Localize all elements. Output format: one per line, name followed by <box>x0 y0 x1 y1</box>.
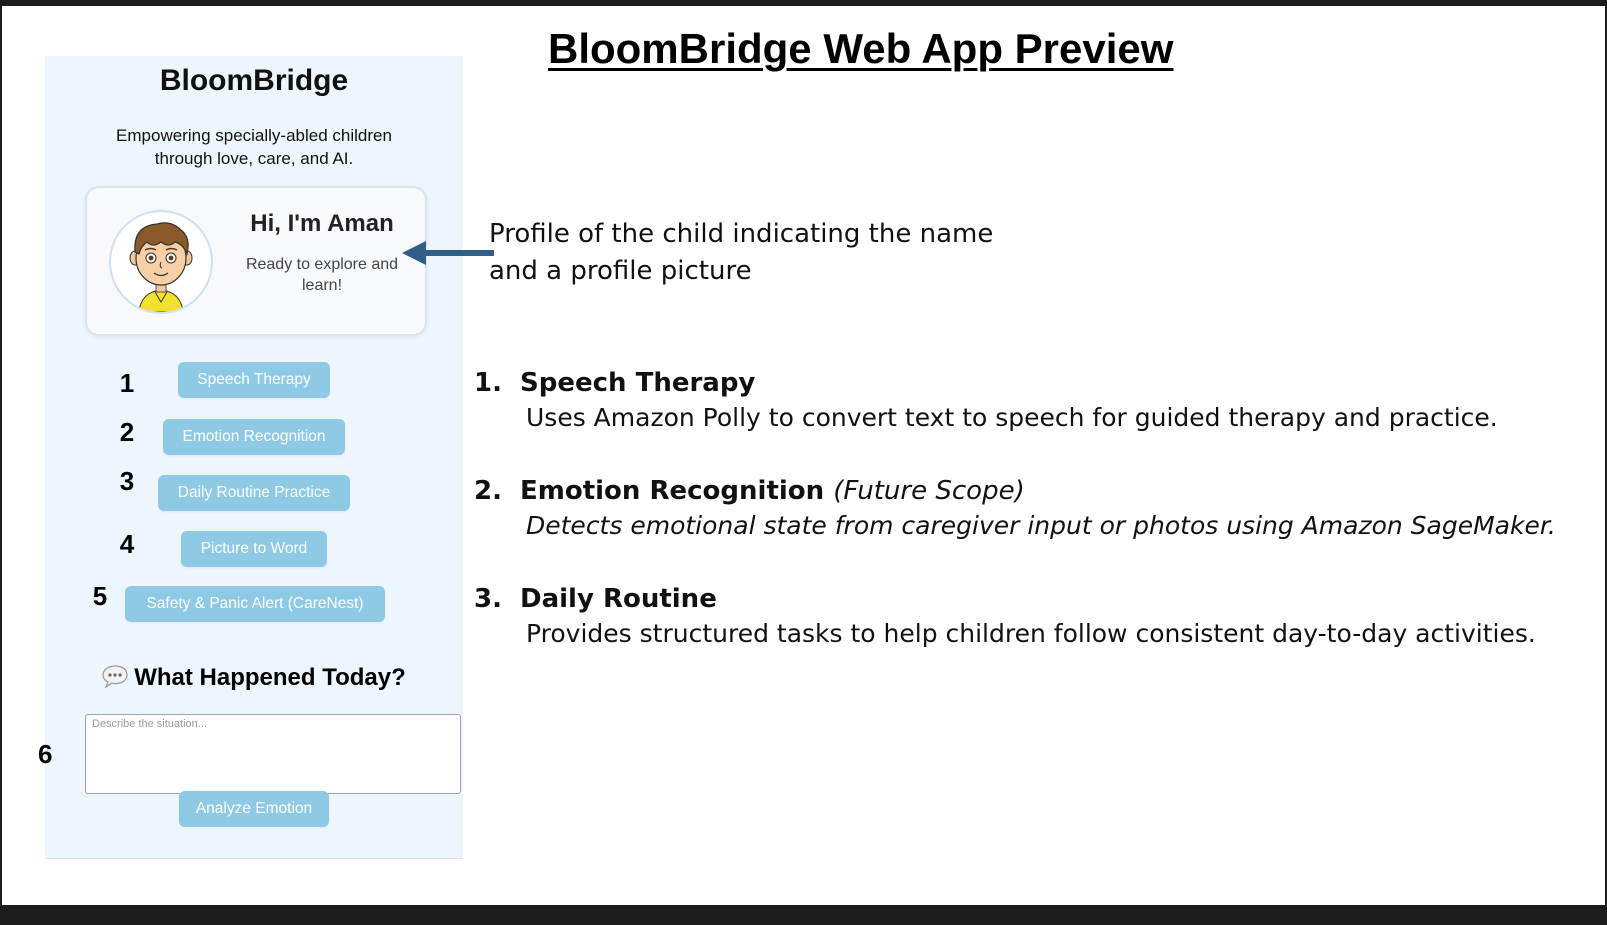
description-title: Daily Routine <box>520 584 717 614</box>
app-tagline: Empowering specially-abled children thro… <box>116 126 392 168</box>
description-body: Uses Amazon Polly to convert text to spe… <box>526 403 1498 432</box>
feature-number-4: 4 <box>119 529 135 559</box>
feature-number-3: 3 <box>119 466 135 496</box>
what-happened-heading: What Happened Today? <box>45 664 463 695</box>
description-body: Provides structured tasks to help childr… <box>526 619 1536 648</box>
situation-input[interactable] <box>85 714 461 794</box>
feature-number-1: 1 <box>119 368 135 398</box>
profile-greeting: Hi, I'm Aman <box>250 210 394 237</box>
feature-number-2: 2 <box>119 417 135 447</box>
boy-avatar-icon <box>109 210 213 314</box>
analyze-emotion-button[interactable]: Analyze Emotion <box>179 791 329 827</box>
profile-subtext: Ready to explore and learn! <box>245 256 399 294</box>
description-title: Emotion Recognition (Future Scope) <box>520 476 1025 506</box>
app-name: BloomBridge <box>159 64 349 97</box>
speech-bubble-icon <box>102 664 128 695</box>
daily-routine-practice-button[interactable]: Daily Routine Practice <box>158 475 350 511</box>
picture-to-word-button[interactable]: Picture to Word <box>181 531 327 567</box>
safety-panic-alert-button[interactable]: Safety & Panic Alert (CareNest) <box>125 586 385 622</box>
what-happened-label: What Happened Today? <box>134 664 406 691</box>
description-item: 1. Speech Therapy Uses Amazon Polly to c… <box>472 368 1592 448</box>
feature-number-6: 6 <box>38 739 53 769</box>
description-item: 3. Daily Routine Provides structured tas… <box>472 584 1592 664</box>
speech-therapy-button[interactable]: Speech Therapy <box>178 362 330 398</box>
description-number: 2. <box>474 476 502 506</box>
emotion-recognition-button[interactable]: Emotion Recognition <box>163 419 345 455</box>
future-scope-note: (Future Scope) <box>833 476 1025 506</box>
description-body: Detects emotional state from caregiver i… <box>526 511 1556 540</box>
description-title: Speech Therapy <box>520 368 756 398</box>
left-arrow-icon <box>402 241 494 265</box>
description-number: 3. <box>474 584 502 614</box>
profile-card: Hi, I'm Aman Ready to explore and learn! <box>85 186 427 336</box>
slide-title: BloomBridge Web App Preview <box>548 25 1174 72</box>
app-preview-panel: BloomBridge Empowering specially-abled c… <box>45 56 463 859</box>
description-number: 1. <box>474 368 502 398</box>
description-item: 2. Emotion Recognition (Future Scope) De… <box>472 476 1592 556</box>
feature-number-5: 5 <box>92 581 108 611</box>
slide: BloomBridge Web App Preview BloomBridge … <box>2 6 1605 905</box>
profile-callout: Profile of the child indicating the name… <box>489 219 994 286</box>
